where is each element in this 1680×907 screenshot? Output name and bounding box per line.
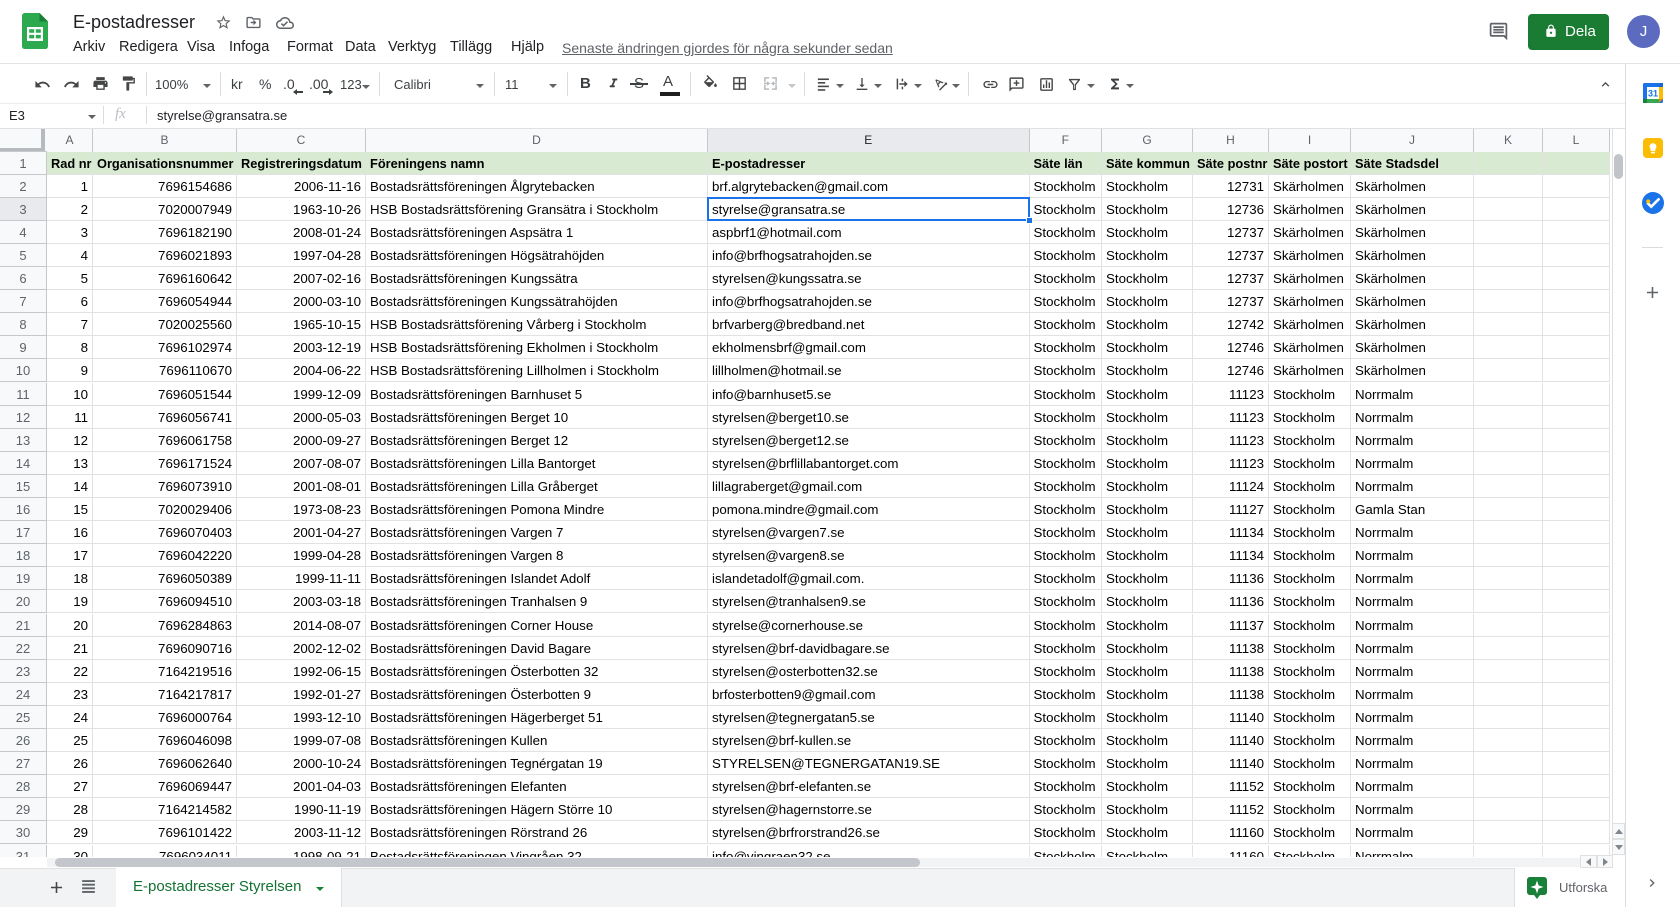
svg-text:31: 31 [1648,89,1658,99]
